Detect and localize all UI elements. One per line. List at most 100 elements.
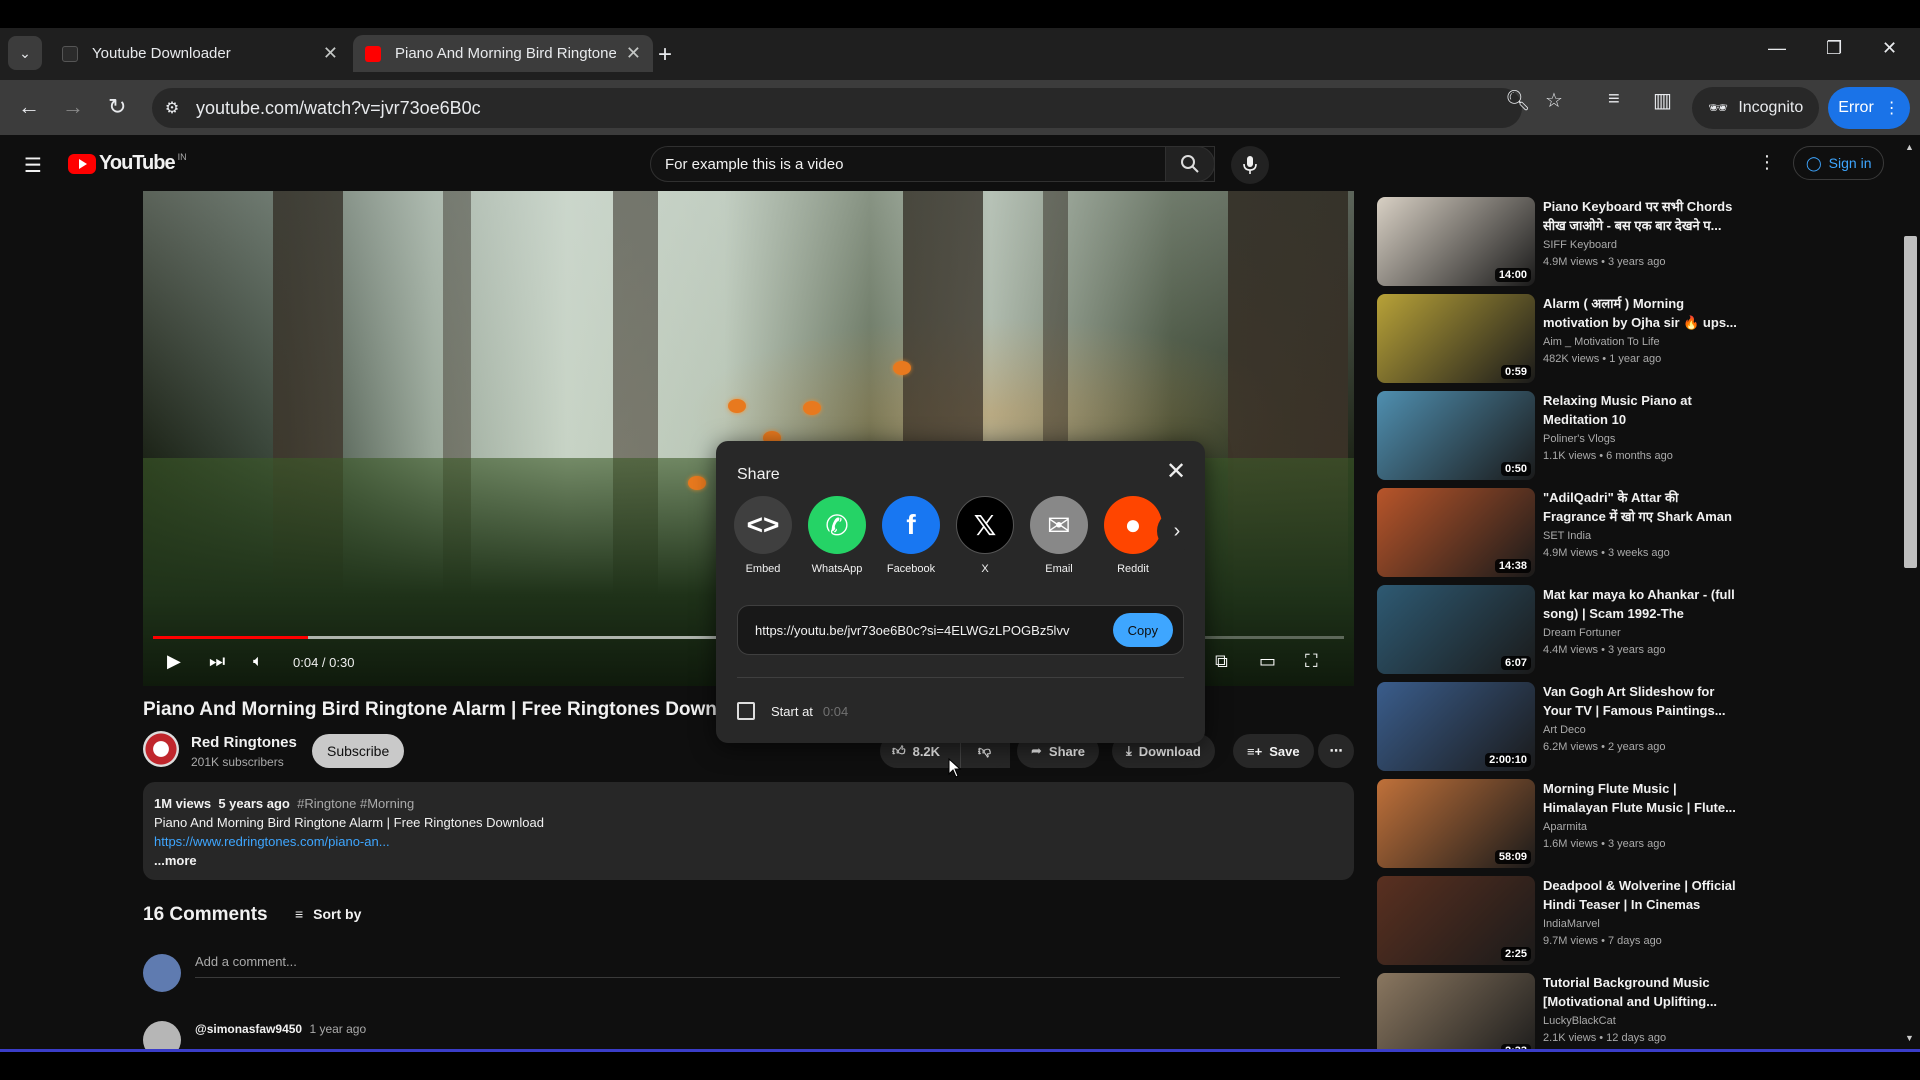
start-at-row: Start at 0:04: [737, 702, 848, 720]
recommended-title[interactable]: Alarm ( अलार्म ) Morning motivation by O…: [1543, 294, 1739, 332]
chevron-right-icon[interactable]: ›: [1157, 511, 1197, 551]
share-option-email[interactable]: ✉ Email: [1028, 496, 1090, 575]
start-at-checkbox[interactable]: [737, 702, 755, 720]
close-tab-icon[interactable]: ✕: [626, 43, 641, 64]
search-input[interactable]: For example this is a video ✕: [650, 146, 1215, 182]
close-icon[interactable]: ✕: [1166, 457, 1186, 486]
recommended-channel[interactable]: IndiaMarvel: [1543, 918, 1600, 930]
save-button[interactable]: ≡+ Save: [1233, 734, 1314, 768]
recommended-channel[interactable]: LuckyBlackCat: [1543, 1015, 1616, 1027]
share-url-field[interactable]: https://youtu.be/jvr73oe6B0c?si=4ELWGzLP…: [737, 605, 1184, 655]
minimize-icon[interactable]: —: [1768, 38, 1786, 59]
recommended-title[interactable]: Deadpool & Wolverine | Official Hindi Te…: [1543, 876, 1739, 914]
incognito-badge[interactable]: 🕶︎ Incognito: [1692, 87, 1820, 129]
recommended-video[interactable]: 2:00:10 Van Gogh Art Slideshow for Your T…: [1377, 682, 1737, 772]
video-thumbnail[interactable]: 2:00:10: [1377, 682, 1535, 771]
share-option-x[interactable]: 𝕏X: [954, 496, 1016, 575]
reload-icon[interactable]: ↻: [108, 94, 126, 120]
share-option-facebook[interactable]: f Facebook: [880, 496, 942, 575]
share-option-reddit[interactable]: ● Reddit: [1102, 496, 1164, 575]
youtube-logo[interactable]: YouTube IN: [68, 152, 187, 175]
description-link[interactable]: https://www.redringtones.com/piano-an...: [154, 832, 1343, 851]
close-tab-icon[interactable]: ✕: [323, 43, 338, 64]
recommended-title[interactable]: "AdilQadri" के Attar की Fragrance में खो…: [1543, 488, 1739, 526]
share-option-embed[interactable]: <> Embed: [732, 496, 794, 575]
add-comment-input[interactable]: Add a comment...: [195, 954, 1340, 978]
comment-author[interactable]: @simonasfaw9450 1 year ago: [195, 1022, 366, 1036]
forward-icon[interactable]: →: [62, 94, 84, 120]
hamburger-menu-icon[interactable]: ☰: [24, 153, 42, 178]
incognito-icon: 🕶︎: [1708, 100, 1729, 117]
site-info-icon[interactable]: ⚙: [152, 98, 192, 118]
share-option-whatsapp[interactable]: ✆ WhatsApp: [806, 496, 868, 575]
recommended-video[interactable]: 0:59 Alarm ( अलार्म ) Morning motivation …: [1377, 294, 1737, 384]
close-window-icon[interactable]: ✕: [1882, 38, 1897, 59]
side-panel-icon[interactable]: ▥: [1653, 88, 1672, 113]
tab-youtube-downloader[interactable]: Youtube Downloader ✕: [50, 35, 350, 72]
tab-piano-video[interactable]: Piano And Morning Bird Ringtone Alarm | …: [353, 35, 653, 72]
next-video-icon[interactable]: ⏭: [209, 651, 225, 672]
miniplayer-icon[interactable]: ⧉: [1215, 651, 1228, 672]
video-thumbnail[interactable]: 14:38: [1377, 488, 1535, 577]
media-controls-icon[interactable]: ≡: [1608, 88, 1620, 111]
copy-button[interactable]: Copy: [1112, 613, 1173, 647]
tab-search-button[interactable]: ⌄: [8, 36, 42, 70]
hashtags[interactable]: #Ringtone #Morning: [297, 796, 414, 811]
channel-name[interactable]: Red Ringtones: [191, 734, 297, 751]
recommended-video[interactable]: 14:38 "AdilQadri" के Attar की Fragrance म…: [1377, 488, 1737, 578]
recommended-video[interactable]: 0:50 Relaxing Music Piano at Meditation 1…: [1377, 391, 1737, 481]
video-thumbnail[interactable]: 0:50: [1377, 391, 1535, 480]
scroll-up-icon[interactable]: ▲: [1905, 142, 1914, 152]
recommended-channel[interactable]: SET India: [1543, 530, 1591, 542]
video-thumbnail[interactable]: 2:25: [1377, 876, 1535, 965]
theater-mode-icon[interactable]: ▭: [1259, 651, 1276, 672]
recommended-title[interactable]: Mat kar maya ko Ahankar - (full song) | …: [1543, 585, 1739, 623]
video-thumbnail[interactable]: 14:00: [1377, 197, 1535, 286]
zoom-icon[interactable]: 🔍︎: [1505, 88, 1530, 113]
voice-search-button[interactable]: [1231, 146, 1269, 184]
recommended-title[interactable]: Morning Flute Music | Himalayan Flute Mu…: [1543, 779, 1739, 817]
restore-icon[interactable]: ❐: [1826, 38, 1842, 59]
show-more-link[interactable]: ...more: [154, 851, 1343, 870]
sign-in-button[interactable]: ◯ Sign in: [1793, 146, 1885, 180]
youtube-play-icon: [68, 153, 96, 174]
sort-comments-button[interactable]: ≡ Sort by: [295, 906, 361, 922]
bookmark-star-icon[interactable]: ☆: [1545, 88, 1563, 113]
recommended-video[interactable]: 2:25 Deadpool & Wolverine | Official Hind…: [1377, 876, 1737, 966]
subscribe-button[interactable]: Subscribe: [312, 734, 405, 768]
recommended-channel[interactable]: SIFF Keyboard: [1543, 239, 1617, 251]
sign-in-label: Sign in: [1828, 155, 1872, 171]
play-icon[interactable]: ▶: [167, 651, 181, 672]
page-scrollbar[interactable]: ▲ ▼: [1900, 136, 1920, 1050]
fullscreen-icon[interactable]: ⛶: [1305, 651, 1318, 672]
video-thumbnail[interactable]: 58:09: [1377, 779, 1535, 868]
recommended-title[interactable]: Piano Keyboard पर सभी Chords सीख जाओगे -…: [1543, 197, 1739, 235]
recommended-video[interactable]: 6:07 Mat kar maya ko Ahankar - (full song…: [1377, 585, 1737, 675]
more-actions-button[interactable]: ⋯: [1318, 734, 1354, 768]
recommended-channel[interactable]: Aparmita: [1543, 821, 1587, 833]
start-at-time[interactable]: 0:04: [823, 704, 848, 719]
video-thumbnail[interactable]: 0:59: [1377, 294, 1535, 383]
description-box[interactable]: 1M views 5 years ago #Ringtone #Morning …: [143, 782, 1354, 880]
recommended-title[interactable]: Tutorial Background Music [Motivational …: [1543, 973, 1739, 1011]
scroll-down-icon[interactable]: ▼: [1905, 1033, 1914, 1043]
recommended-title[interactable]: Relaxing Music Piano at Meditation 10: [1543, 391, 1739, 429]
recommended-video[interactable]: 58:09 Morning Flute Music | Himalayan Flu…: [1377, 779, 1737, 869]
back-icon[interactable]: ←: [18, 94, 40, 120]
settings-menu-icon[interactable]: ⋮: [1758, 152, 1776, 173]
address-bar[interactable]: ⚙ youtube.com/watch?v=jvr73oe6B0c: [152, 88, 1522, 128]
volume-icon[interactable]: 🔈︎: [253, 653, 263, 671]
profile-error-button[interactable]: Error ⋮: [1828, 87, 1910, 129]
new-tab-button[interactable]: +: [658, 41, 672, 69]
recommended-channel[interactable]: Poliner's Vlogs: [1543, 433, 1615, 445]
scrollbar-thumb[interactable]: [1904, 236, 1917, 568]
recommended-channel[interactable]: Art Deco: [1543, 724, 1586, 736]
channel-avatar[interactable]: [143, 731, 179, 767]
search-button[interactable]: [1165, 146, 1215, 182]
recommended-channel[interactable]: Aim _ Motivation To Life: [1543, 336, 1660, 348]
recommended-video[interactable]: 14:00 Piano Keyboard पर सभी Chords सीख जा…: [1377, 197, 1737, 287]
tab-title: Youtube Downloader: [92, 45, 231, 62]
recommended-channel[interactable]: Dream Fortuner: [1543, 627, 1621, 639]
recommended-title[interactable]: Van Gogh Art Slideshow for Your TV | Fam…: [1543, 682, 1739, 720]
video-thumbnail[interactable]: 6:07: [1377, 585, 1535, 674]
